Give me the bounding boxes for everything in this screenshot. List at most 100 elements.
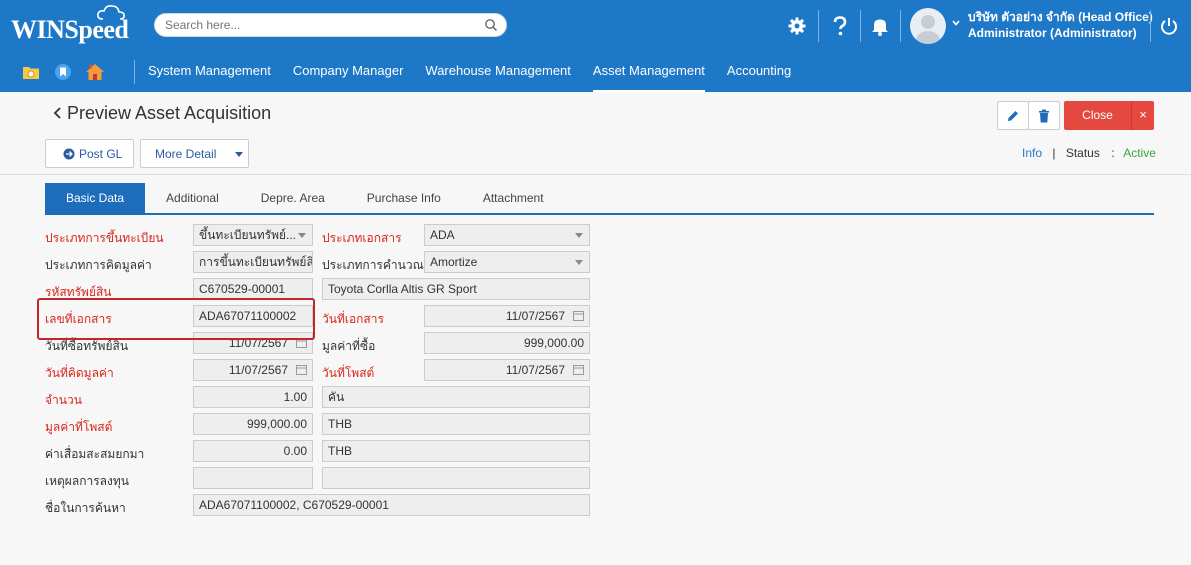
- reg-type-select[interactable]: ขึ้นทะเบียนทรัพย์...: [193, 224, 313, 246]
- dropdown-arrow-icon[interactable]: [575, 260, 583, 265]
- search-name-field[interactable]: ADA67071100002, C670529-00001: [193, 494, 590, 516]
- calendar-icon[interactable]: [573, 364, 584, 375]
- separator: |: [1052, 146, 1056, 160]
- chevron-down-icon[interactable]: [235, 152, 243, 157]
- more-detail-button[interactable]: More Detail: [140, 139, 249, 168]
- dropdown-arrow-icon[interactable]: [298, 233, 306, 238]
- divider: [134, 60, 135, 84]
- divider: [900, 10, 901, 42]
- status-label: Status: [1065, 146, 1100, 160]
- qty-field[interactable]: 1.00: [193, 386, 313, 408]
- menu-system-management[interactable]: System Management: [148, 52, 271, 92]
- invest-reason-detail-field[interactable]: [322, 467, 590, 489]
- edit-button[interactable]: [997, 101, 1029, 130]
- search-box[interactable]: [154, 13, 507, 37]
- delete-button[interactable]: [1028, 101, 1060, 130]
- divider: [860, 10, 861, 42]
- post-value-field[interactable]: 999,000.00: [193, 413, 313, 435]
- post-value-value: 999,000.00: [246, 417, 307, 431]
- asset-code-field[interactable]: C670529-00001: [193, 278, 313, 300]
- search-icon[interactable]: [484, 18, 498, 32]
- search-input[interactable]: [165, 17, 475, 33]
- accum-dep-currency: THB: [328, 444, 352, 458]
- accum-dep-currency-field[interactable]: THB: [322, 440, 590, 462]
- divider: [1150, 10, 1151, 42]
- qty-label: จำนวน: [45, 393, 82, 407]
- post-gl-label: Post GL: [79, 146, 123, 161]
- info-link[interactable]: Info: [1022, 146, 1042, 160]
- divider: [0, 174, 1191, 175]
- dropdown-arrow-icon[interactable]: [575, 233, 583, 238]
- highlight-box: [37, 298, 315, 340]
- top-bar: WINSpeed บริษัท ตัวอย่าง จำกัด (Head Off…: [0, 0, 1191, 52]
- menu-asset-management[interactable]: Asset Management: [592, 52, 705, 92]
- folder-icon[interactable]: [20, 61, 42, 83]
- home-icon[interactable]: [84, 61, 106, 83]
- tab-basic-data[interactable]: Basic Data: [45, 183, 146, 214]
- doc-type-select[interactable]: ADA: [424, 224, 590, 246]
- status-row: Info | Status : Active: [1022, 146, 1156, 160]
- trash-icon: [1039, 109, 1049, 122]
- tab-attachment[interactable]: Attachment: [462, 183, 565, 214]
- gear-icon[interactable]: [785, 14, 809, 38]
- menu-accounting[interactable]: Accounting: [727, 52, 791, 92]
- help-icon[interactable]: [828, 14, 852, 38]
- post-value-label: มูลค่าที่โพสต์: [45, 420, 113, 434]
- asset-name-field[interactable]: Toyota Corlla Altis GR Sport: [322, 278, 590, 300]
- user-name: Administrator (Administrator): [968, 26, 1137, 40]
- valuation-date-label: วันที่คิดมูลค่า: [45, 366, 114, 380]
- reg-type-value: ขึ้นทะเบียนทรัพย์...: [199, 228, 297, 242]
- close-label: Close: [1082, 108, 1113, 122]
- post-value-currency: THB: [328, 417, 352, 431]
- calc-type-select[interactable]: Amortize: [424, 251, 590, 273]
- valuation-type-field[interactable]: การขึ้นทะเบียนทรัพย์สิ: [193, 251, 313, 273]
- bell-icon[interactable]: [868, 14, 892, 38]
- bookmark-icon[interactable]: [52, 61, 74, 83]
- unit-field[interactable]: คัน: [322, 386, 590, 408]
- calendar-icon[interactable]: [573, 310, 584, 321]
- accum-dep-value: 0.00: [283, 444, 307, 458]
- post-date-value: 11/07/2567: [505, 363, 565, 377]
- asset-code-value: C670529-00001: [199, 282, 286, 296]
- post-value-currency-field[interactable]: THB: [322, 413, 590, 435]
- close-icon[interactable]: ×: [1131, 101, 1154, 130]
- close-button[interactable]: Close ×: [1064, 101, 1154, 130]
- pencil-icon: [1008, 110, 1018, 121]
- unit-value: คัน: [328, 390, 345, 404]
- post-date-label: วันที่โพสต์: [322, 366, 375, 380]
- accum-dep-field[interactable]: 0.00: [193, 440, 313, 462]
- asset-name-value: Toyota Corlla Altis GR Sport: [328, 282, 477, 296]
- invest-reason-field[interactable]: [193, 467, 313, 489]
- menu-company-manager[interactable]: Company Manager: [293, 52, 404, 92]
- chevron-down-icon[interactable]: [951, 18, 961, 28]
- calendar-icon[interactable]: [296, 364, 307, 375]
- valuation-date-value: 11/07/2567: [228, 363, 288, 377]
- qty-value: 1.00: [283, 390, 307, 404]
- valuation-date-field[interactable]: 11/07/2567: [193, 359, 313, 381]
- tab-underline: [45, 213, 1154, 215]
- doc-type-label: ประเภทเอกสาร: [322, 231, 402, 245]
- status-badge: Active: [1123, 146, 1156, 160]
- doc-date-field[interactable]: 11/07/2567: [424, 305, 590, 327]
- post-gl-button[interactable]: Post GL: [45, 139, 134, 168]
- post-gl-icon: [63, 148, 75, 159]
- cloud-icon: [97, 5, 125, 20]
- company-name: บริษัท ตัวอย่าง จำกัด (Head Office): [968, 10, 1153, 24]
- doc-date-value: 11/07/2567: [505, 309, 565, 323]
- menu-warehouse-management[interactable]: Warehouse Management: [425, 52, 571, 92]
- user-menu[interactable]: บริษัท ตัวอย่าง จำกัด (Head Office) Admi…: [968, 9, 1153, 41]
- purchase-value-field[interactable]: 999,000.00: [424, 332, 590, 354]
- tab-depre-area[interactable]: Depre. Area: [240, 183, 346, 214]
- tab-additional[interactable]: Additional: [145, 183, 240, 214]
- tab-purchase-info[interactable]: Purchase Info: [346, 183, 462, 214]
- power-icon[interactable]: [1157, 14, 1181, 38]
- valuation-type-label: ประเภทการคิดมูลค่า: [45, 258, 152, 272]
- search-name-value: ADA67071100002, C670529-00001: [199, 498, 389, 512]
- doc-type-value: ADA: [430, 228, 455, 242]
- avatar[interactable]: [910, 8, 946, 44]
- invest-reason-label: เหตุผลการลงทุน: [45, 474, 129, 488]
- post-date-field[interactable]: 11/07/2567: [424, 359, 590, 381]
- app-logo[interactable]: WINSpeed: [11, 5, 129, 45]
- back-arrow-icon[interactable]: [52, 104, 64, 122]
- page-title: Preview Asset Acquisition: [67, 103, 272, 123]
